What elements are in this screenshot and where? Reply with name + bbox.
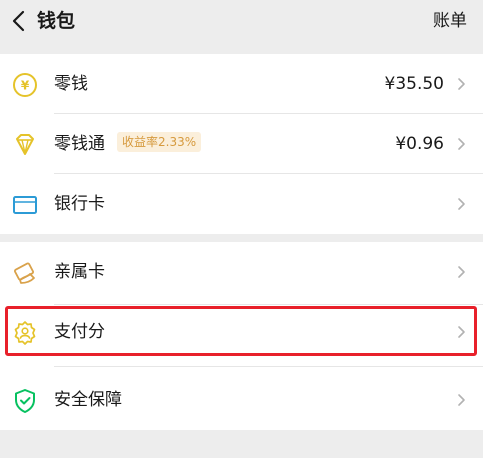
yield-badge: 收益率2.33%	[117, 132, 202, 152]
svg-text:¥: ¥	[21, 79, 30, 93]
wallet-item-family-card[interactable]: 亲属卡	[0, 242, 483, 302]
chevron-right-icon	[458, 266, 465, 278]
page-title: 钱包	[37, 10, 76, 32]
back-arrow-icon[interactable]	[8, 9, 30, 33]
wallet-item-label: 亲属卡	[54, 262, 105, 282]
wallet-item-value: ¥35.50	[384, 74, 444, 94]
wallet-item-bank-card[interactable]: 银行卡	[0, 174, 483, 234]
family-card-icon	[13, 262, 35, 284]
yuan-coin-icon: ¥	[13, 73, 37, 97]
divider	[54, 366, 483, 367]
chevron-right-icon	[458, 78, 465, 90]
wallet-item-lingqiantong[interactable]: 零钱通 ¥0.96	[0, 114, 483, 174]
chevron-right-icon	[458, 198, 465, 210]
wallet-item-security[interactable]: 安全保障	[0, 370, 483, 430]
highlight-box	[5, 306, 477, 356]
diamond-icon	[16, 134, 34, 155]
wallet-group-main: ¥ 零钱 ¥35.50 零钱通 ¥0.96 银行卡	[0, 54, 483, 234]
wallet-item-label: 安全保障	[54, 390, 122, 410]
bill-button[interactable]: 账单	[433, 9, 467, 33]
wallet-item-change[interactable]: ¥ 零钱 ¥35.50	[0, 54, 483, 114]
shield-icon	[15, 389, 35, 413]
wallet-item-value: ¥0.96	[395, 134, 444, 154]
wallet-item-label: 零钱	[54, 74, 88, 94]
wallet-item-label: 零钱通	[54, 134, 105, 154]
wallet-item-label: 银行卡	[54, 194, 105, 214]
chevron-right-icon	[458, 138, 465, 150]
bank-card-icon	[13, 196, 37, 214]
chevron-right-icon	[458, 394, 465, 406]
nav-bar: 钱包 账单	[0, 0, 483, 46]
